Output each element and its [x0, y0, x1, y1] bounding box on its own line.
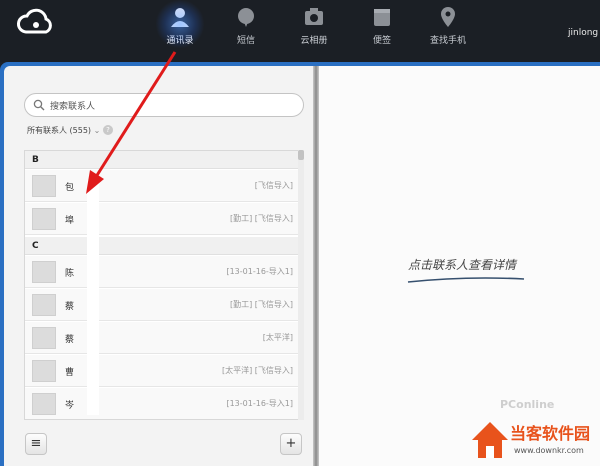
- watermark-faint-text: PConline: [500, 398, 555, 411]
- watermark-title: 当客软件园: [510, 424, 591, 443]
- note-icon: [374, 9, 390, 26]
- contact-name: 包: [65, 183, 75, 193]
- avatar: [32, 393, 56, 415]
- contact-row[interactable]: 埠 [勤工] [飞信导入]: [25, 203, 299, 235]
- sms-icon: [238, 8, 254, 27]
- nav-tab-label: 便签: [372, 36, 391, 46]
- avatar: [32, 360, 56, 382]
- hint-underline: [407, 277, 525, 283]
- camera-icon: [305, 8, 323, 25]
- nav-tab-cloud-album[interactable]: 云相册: [286, 6, 342, 54]
- nav-tab-notes[interactable]: 便签: [354, 6, 410, 54]
- contact-tags: [太平洋]: [262, 333, 293, 342]
- contact-row[interactable]: 蔡 [太平洋]: [25, 322, 299, 354]
- avatar: [32, 294, 56, 316]
- contact-name: 曹: [65, 368, 75, 378]
- avatar: [32, 175, 56, 197]
- watermark-url: www.downkr.com: [514, 446, 584, 455]
- contact-row[interactable]: 曹 [太平洋] [飞信导入]: [25, 355, 299, 387]
- avatar: [32, 327, 56, 349]
- nav-tab-contacts[interactable]: 通讯录: [152, 0, 208, 54]
- contact-row[interactable]: 岑 [13-01-16-导入1]: [25, 388, 299, 419]
- nav-tab-label: 云相册: [300, 36, 328, 46]
- contact-detail-hint: 点击联系人查看详情: [408, 258, 517, 272]
- contact-tags: [勤工] [飞信导入]: [229, 214, 293, 223]
- list-scrollbar[interactable]: [298, 150, 304, 420]
- section-header-c: C: [25, 237, 299, 255]
- add-contact-button[interactable]: +: [280, 433, 302, 455]
- redaction-overlay: [87, 180, 99, 415]
- avatar: [32, 261, 56, 283]
- contact-tags: [太平洋] [飞信导入]: [221, 366, 293, 375]
- nav-tab-find-phone[interactable]: 查找手机: [420, 6, 476, 54]
- contact-name: 蔡: [65, 302, 75, 312]
- cloud-logo-icon[interactable]: [16, 8, 56, 36]
- contact-name: 埠: [65, 216, 75, 226]
- contact-tags: [13-01-16-导入1]: [226, 267, 293, 276]
- nav-tab-label: 短信: [236, 36, 255, 46]
- menu-button[interactable]: ≡: [25, 433, 47, 455]
- location-pin-icon: [441, 7, 455, 27]
- contact-name: 蔡: [65, 335, 75, 345]
- contact-row[interactable]: 陈 [13-01-16-导入1]: [25, 256, 299, 288]
- house-logo-icon: [472, 422, 508, 458]
- contact-tags: [13-01-16-导入1]: [226, 399, 293, 408]
- contact-name: 陈: [65, 269, 75, 279]
- nav-tab-label: 通讯录: [166, 36, 194, 46]
- username-label[interactable]: jinlong: [568, 28, 598, 38]
- scrollbar-thumb[interactable]: [298, 150, 304, 160]
- contact-name: 岑: [65, 401, 75, 411]
- contact-tags: [勤工] [飞信导入]: [229, 300, 293, 309]
- contact-tags: [飞信导入]: [254, 181, 293, 190]
- annotation-arrow-icon: [86, 51, 177, 194]
- contacts-icon: [171, 8, 189, 27]
- nav-tab-sms[interactable]: 短信: [218, 6, 274, 54]
- nav-tab-label: 查找手机: [429, 36, 466, 46]
- search-icon: [33, 99, 45, 111]
- avatar: [32, 208, 56, 230]
- contact-row[interactable]: 蔡 [勤工] [飞信导入]: [25, 289, 299, 321]
